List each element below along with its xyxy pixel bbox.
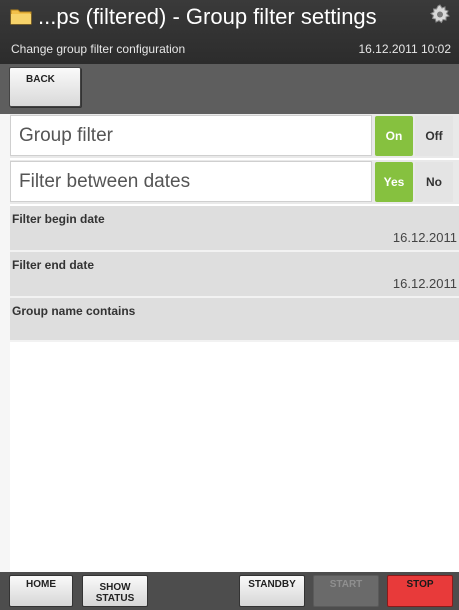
stop-button[interactable]: STOP bbox=[387, 575, 453, 607]
stop-button-label: STOP bbox=[406, 579, 434, 590]
filter-end-date-label: Filter end date bbox=[12, 258, 95, 272]
gear-icon[interactable] bbox=[429, 4, 451, 26]
show-status-label-line2: STATUS bbox=[95, 592, 135, 604]
group-filter-row: Group filter On Off bbox=[10, 114, 459, 158]
group-name-contains-row[interactable]: Group name contains bbox=[10, 298, 459, 342]
toolbar: BACK bbox=[0, 64, 459, 114]
standby-button[interactable]: STANDBY bbox=[239, 575, 305, 607]
group-name-contains-label: Group name contains bbox=[12, 304, 136, 318]
filter-end-date-value: 16.12.2011 bbox=[392, 276, 457, 291]
group-filter-on-button[interactable]: On bbox=[375, 116, 413, 156]
page-subtitle: Change group filter configuration bbox=[11, 42, 186, 56]
standby-button-label: STANDBY bbox=[248, 579, 296, 590]
filter-between-dates-row: Filter between dates Yes No bbox=[10, 160, 459, 204]
title-bar: ...ps (filtered) - Group filter settings… bbox=[0, 0, 459, 64]
group-filter-off-button[interactable]: Off bbox=[415, 116, 453, 156]
settings-panel: Group filter On Off Filter between dates… bbox=[10, 114, 459, 572]
filter-begin-date-value: 16.12.2011 bbox=[392, 230, 457, 245]
datetime: 16.12.2011 10:02 bbox=[358, 42, 451, 56]
show-status-button[interactable]: SHOW STATUS bbox=[82, 575, 148, 607]
filter-between-dates-no-button[interactable]: No bbox=[415, 162, 453, 202]
filter-between-dates-label: Filter between dates bbox=[10, 161, 372, 202]
page-title: ...ps (filtered) - Group filter settings bbox=[38, 4, 377, 29]
home-button-label: HOME bbox=[26, 579, 56, 590]
filter-between-dates-yes-button[interactable]: Yes bbox=[375, 162, 413, 202]
filter-begin-date-label: Filter begin date bbox=[12, 212, 105, 226]
start-button[interactable]: START bbox=[313, 575, 379, 607]
screen: ...ps (filtered) - Group filter settings… bbox=[0, 0, 459, 610]
filter-begin-date-row[interactable]: Filter begin date 16.12.2011 bbox=[10, 206, 459, 252]
filter-end-date-row[interactable]: Filter end date 16.12.2011 bbox=[10, 252, 459, 298]
home-button[interactable]: HOME bbox=[9, 575, 73, 607]
start-button-label: START bbox=[329, 579, 363, 590]
folder-icon bbox=[10, 9, 32, 25]
show-status-label-line1: SHOW bbox=[99, 581, 131, 593]
group-filter-label: Group filter bbox=[10, 115, 372, 156]
bottom-bar: HOME SHOW STATUS STANDBY START STOP bbox=[0, 572, 459, 610]
back-button[interactable]: BACK bbox=[9, 67, 81, 107]
